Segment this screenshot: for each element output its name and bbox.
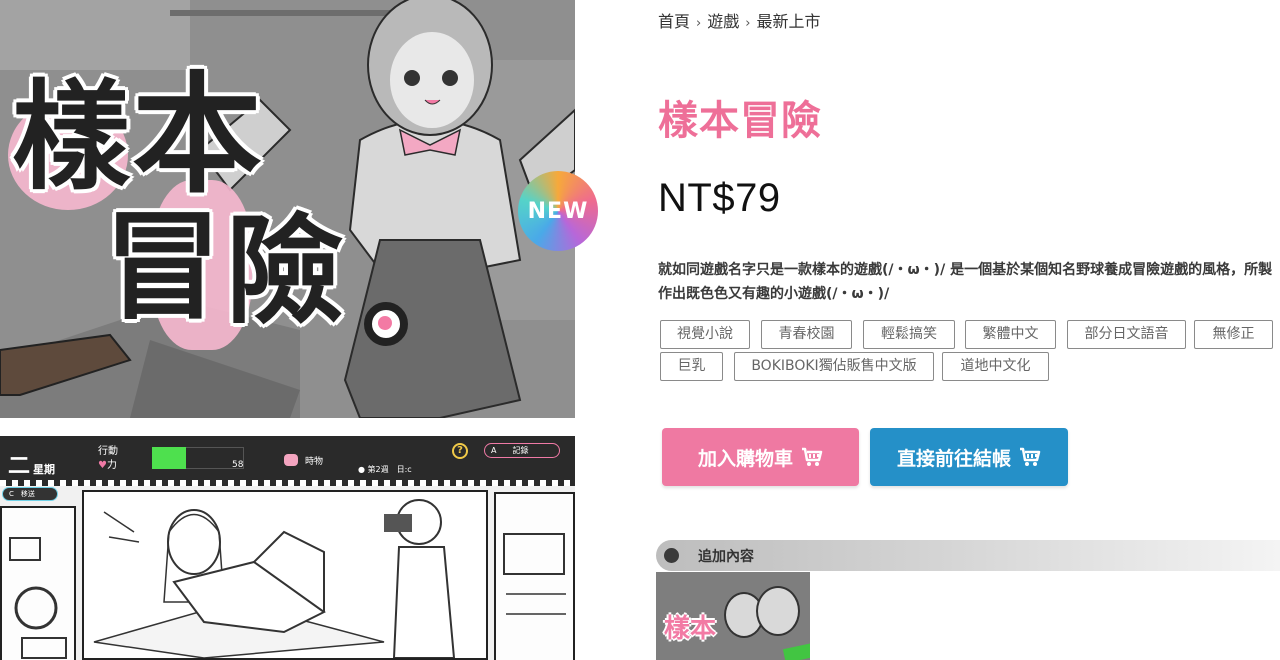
new-badge-label: NEW xyxy=(527,198,589,224)
addon-art-accent xyxy=(782,643,810,660)
scene-panel-right xyxy=(494,492,575,660)
product-price: NT$79 xyxy=(658,176,781,220)
hud-stamina-row: ♥力 xyxy=(98,459,118,473)
addon-art-title: 樣本 xyxy=(664,608,716,645)
tag[interactable]: 青春校園 xyxy=(761,320,852,349)
checkout-button[interactable]: 直接前往結帳 xyxy=(870,428,1068,486)
cart-icon xyxy=(1020,447,1041,466)
pig-icon xyxy=(284,454,298,466)
breadcrumb-category[interactable]: 遊戲 xyxy=(707,12,739,31)
hud-save-pill: A 記錄 xyxy=(484,443,560,458)
game-screenshot[interactable]: 二星期 行動 ♥力 58 時物 ● 第2週 日:c ? A 記錄 C 移送 xyxy=(0,436,575,660)
product-page: 樣 本 冒 險 NEW 二星期 行動 ♥力 58 時物 ● 第2週 日:c ? … xyxy=(0,0,1280,660)
cover-title-dot xyxy=(364,302,408,346)
game-hud: 二星期 行動 ♥力 58 時物 ● 第2週 日:c ? A 記錄 xyxy=(0,436,575,486)
checkout-label: 直接前往結帳 xyxy=(896,447,1011,470)
tag[interactable]: BOKIBOKI獨佔販售中文版 xyxy=(734,352,934,381)
hud-action: 行動 ♥力 xyxy=(98,445,118,473)
tag[interactable]: 無修正 xyxy=(1194,320,1273,349)
cover-title-char: 險 xyxy=(226,202,345,340)
hud-stamina-value: 58 xyxy=(232,460,244,470)
hud-pig-label: 時物 xyxy=(305,457,324,467)
hud-stamina-label: 力 xyxy=(106,460,117,471)
product-description: 就如同遊戲名字只是一款樣本的遊戲(/・ω・)/ 是一個基於某個知名野球養成冒險遊… xyxy=(658,262,1273,302)
addon-thumbnail[interactable]: 樣本 xyxy=(656,572,810,660)
cover-title-char: 冒 xyxy=(104,198,223,336)
hud-day-number: 二 xyxy=(8,454,31,479)
addon-section-header: 追加內容 xyxy=(656,540,1280,571)
bullet-icon xyxy=(664,548,679,563)
tag[interactable]: 視覺小說 xyxy=(660,320,750,349)
breadcrumb-separator: › xyxy=(745,16,751,31)
tag[interactable]: 巨乳 xyxy=(660,352,723,381)
media-gallery: 樣 本 冒 險 NEW 二星期 行動 ♥力 58 時物 ● 第2週 日:c ? … xyxy=(0,0,598,660)
cover-image[interactable]: 樣 本 冒 險 xyxy=(0,0,575,418)
new-badge: NEW xyxy=(518,171,598,251)
add-to-cart-button[interactable]: 加入購物車 xyxy=(662,428,859,486)
hud-action-label: 行動 xyxy=(98,446,118,457)
hud-side-tag: C 移送 xyxy=(2,487,58,501)
tag[interactable]: 部分日文語音 xyxy=(1067,320,1186,349)
addon-art-title-char: 樣 xyxy=(664,614,691,644)
cover-title-char: 本 xyxy=(132,59,263,211)
breadcrumb-current[interactable]: 最新上市 xyxy=(756,12,820,31)
scene-panel-main xyxy=(82,490,488,660)
scene-main-art xyxy=(93,499,456,659)
add-to-cart-label: 加入購物車 xyxy=(697,447,793,470)
addon-art-character xyxy=(756,586,800,636)
hud-week: ● 第2週 日:c xyxy=(358,465,412,474)
hud-day-suffix: 星期 xyxy=(33,463,56,476)
hud-day: 二星期 xyxy=(8,448,55,480)
scene-right-art xyxy=(503,533,566,615)
scene-panel-left xyxy=(0,506,76,660)
tag[interactable]: 道地中文化 xyxy=(942,352,1049,381)
breadcrumb-home[interactable]: 首頁 xyxy=(658,12,690,31)
breadcrumb: 首頁 › 遊戲 › 最新上市 xyxy=(658,8,820,32)
tag[interactable]: 繁體中文 xyxy=(965,320,1056,349)
cover-title-logo: 樣 本 冒 險 xyxy=(8,59,432,350)
scene-left-art xyxy=(9,537,67,659)
tag[interactable]: 輕鬆搞笑 xyxy=(863,320,955,349)
product-title: 樣本冒險 xyxy=(658,98,822,144)
hud-border xyxy=(0,480,575,486)
addon-art-title-char: 本 xyxy=(690,614,717,644)
heart-icon: ♥ xyxy=(98,460,107,471)
cover-title-char: 樣 xyxy=(12,68,131,206)
help-icon: ? xyxy=(452,443,468,459)
stamina-bar-fill xyxy=(152,447,186,469)
product-info: 首頁 › 遊戲 › 最新上市 樣本冒險 NT$79 就如同遊戲名字只是一款樣本的遊戲(/… xyxy=(656,0,1280,660)
breadcrumb-separator: › xyxy=(696,16,702,31)
addon-section-label: 追加內容 xyxy=(698,549,754,565)
cart-icon xyxy=(802,447,823,466)
